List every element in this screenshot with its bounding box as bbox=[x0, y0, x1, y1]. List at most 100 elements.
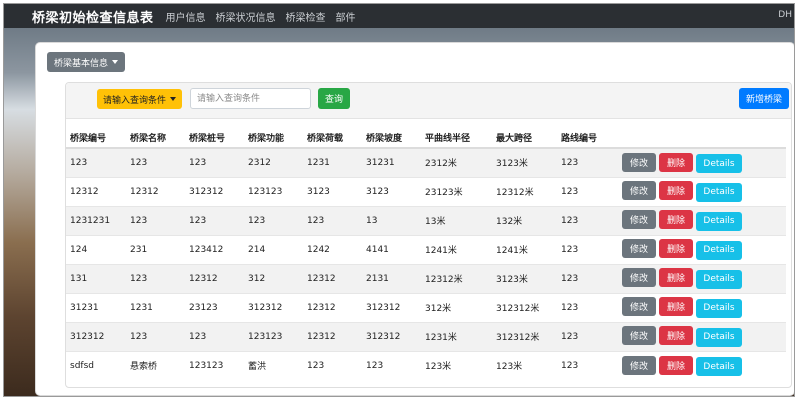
edit-button[interactable]: 修改 bbox=[622, 210, 656, 230]
cell-bridge-stake: 12312 bbox=[185, 263, 244, 293]
cell-bridge-slope: 3123 bbox=[362, 176, 421, 206]
cell-bridge-name: 1231 bbox=[126, 292, 185, 322]
cell-bridge-id: 312312 bbox=[66, 321, 126, 351]
cell-bridge-function: 123123 bbox=[244, 321, 303, 351]
cell-bridge-slope: 13 bbox=[362, 205, 421, 235]
query-button[interactable]: 查询 bbox=[318, 88, 351, 109]
details-button[interactable]: Details bbox=[696, 269, 742, 289]
cell-max-span: 1241米 bbox=[492, 234, 557, 264]
cell-route-id: 123 bbox=[557, 176, 616, 206]
edit-button[interactable]: 修改 bbox=[622, 326, 656, 346]
cell-max-span: 3123米 bbox=[492, 147, 557, 177]
chevron-down-icon bbox=[112, 60, 119, 64]
edit-button[interactable]: 修改 bbox=[622, 239, 656, 259]
cell-curve-radius: 312米 bbox=[421, 292, 492, 322]
row-actions: 修改 删除 Details bbox=[616, 205, 786, 235]
cell-curve-radius: 23123米 bbox=[421, 176, 492, 206]
cell-curve-radius: 2312米 bbox=[421, 147, 492, 177]
cell-route-id: 123 bbox=[557, 350, 616, 380]
cell-max-span: 12312米 bbox=[492, 176, 557, 206]
cell-max-span: 132米 bbox=[492, 205, 557, 235]
bridge-basic-info-label: 桥梁基本信息 bbox=[54, 58, 109, 69]
cell-bridge-slope: 2131 bbox=[362, 263, 421, 293]
delete-button[interactable]: 删除 bbox=[659, 210, 693, 230]
delete-button[interactable]: 删除 bbox=[659, 297, 693, 317]
cell-bridge-stake: 123 bbox=[185, 147, 244, 177]
details-button[interactable]: Details bbox=[696, 298, 742, 318]
cell-route-id: 123 bbox=[557, 321, 616, 351]
table-row: 123 123 123 2312 1231 31231 2312米 3123米 123 修改 删除 D… bbox=[66, 147, 786, 177]
bridge-table-card: 请输入查询条件 查询 新增桥梁 桥梁编号 桥梁名称 桥梁桩号 桥梁功能 桥梁荷载… bbox=[65, 82, 792, 388]
edit-button[interactable]: 修改 bbox=[622, 355, 656, 375]
edit-button[interactable]: 修改 bbox=[622, 181, 656, 201]
details-button[interactable]: Details bbox=[696, 182, 742, 202]
delete-button[interactable]: 删除 bbox=[659, 268, 693, 288]
cell-bridge-name: 悬索桥 bbox=[126, 350, 185, 380]
row-actions: 修改 删除 Details bbox=[616, 263, 786, 293]
delete-button[interactable]: 删除 bbox=[659, 326, 693, 346]
cell-curve-radius: 12312米 bbox=[421, 263, 492, 293]
details-button[interactable]: Details bbox=[696, 357, 742, 376]
cell-bridge-id: 124 bbox=[66, 234, 126, 264]
nav-link-components[interactable]: 部件 bbox=[336, 9, 356, 24]
cell-bridge-slope: 31231 bbox=[362, 147, 421, 177]
cell-bridge-load: 12312 bbox=[303, 292, 362, 322]
cell-max-span: 123米 bbox=[492, 350, 557, 380]
cell-bridge-stake: 312312 bbox=[185, 176, 244, 206]
delete-button[interactable]: 删除 bbox=[659, 181, 693, 201]
cell-bridge-slope: 123 bbox=[362, 350, 421, 380]
delete-button[interactable]: 删除 bbox=[659, 355, 693, 375]
edit-button[interactable]: 修改 bbox=[622, 297, 656, 317]
cell-bridge-name: 123 bbox=[126, 147, 185, 177]
header-max-span: 最大跨径 bbox=[492, 127, 557, 149]
bridge-basic-info-dropdown[interactable]: 桥梁基本信息 bbox=[47, 52, 126, 72]
delete-button[interactable]: 删除 bbox=[659, 239, 693, 259]
cell-bridge-slope: 312312 bbox=[362, 321, 421, 351]
app-window: 桥梁初始检查信息表 用户信息 桥梁状况信息 桥梁检查 部件 DH 桥梁基本信息 … bbox=[3, 3, 795, 397]
cell-bridge-id: 31231 bbox=[66, 292, 126, 322]
edit-button[interactable]: 修改 bbox=[622, 268, 656, 288]
table-row: 12312 12312 312312 123123 3123 3123 23123米 1231… bbox=[66, 176, 786, 206]
app-brand[interactable]: 桥梁初始检查信息表 bbox=[32, 7, 154, 26]
search-input[interactable] bbox=[190, 88, 311, 109]
cell-bridge-stake: 123 bbox=[185, 321, 244, 351]
cell-bridge-slope: 4141 bbox=[362, 234, 421, 264]
cell-bridge-load: 3123 bbox=[303, 176, 362, 206]
details-button[interactable]: Details bbox=[696, 327, 742, 347]
row-actions: 修改 删除 Details bbox=[616, 292, 786, 322]
cell-bridge-id: 123 bbox=[66, 147, 126, 177]
header-bridge-function: 桥梁功能 bbox=[244, 127, 303, 149]
cell-bridge-stake: 123412 bbox=[185, 234, 244, 264]
cell-bridge-function: 蓄洪 bbox=[244, 350, 303, 380]
details-button[interactable]: Details bbox=[696, 240, 742, 260]
search-toolbar: 请输入查询条件 查询 新增桥梁 bbox=[66, 83, 791, 119]
cell-route-id: 123 bbox=[557, 292, 616, 322]
cell-bridge-stake: 23123 bbox=[185, 292, 244, 322]
cell-bridge-id: 1231231 bbox=[66, 205, 126, 235]
bridge-table: 桥梁编号 桥梁名称 桥梁桩号 桥梁功能 桥梁荷载 桥梁坡度 平曲线半径 最大跨径… bbox=[66, 127, 786, 380]
cell-route-id: 123 bbox=[557, 234, 616, 264]
details-button[interactable]: Details bbox=[696, 211, 742, 231]
add-bridge-button[interactable]: 新增桥梁 bbox=[738, 88, 789, 109]
cell-max-span: 3123米 bbox=[492, 263, 557, 293]
query-condition-dropdown[interactable]: 请输入查询条件 bbox=[97, 89, 183, 109]
nav-link-user-info[interactable]: 用户信息 bbox=[166, 9, 206, 24]
edit-button[interactable]: 修改 bbox=[622, 152, 656, 172]
delete-button[interactable]: 删除 bbox=[659, 152, 693, 172]
cell-bridge-load: 1242 bbox=[303, 234, 362, 264]
cell-bridge-load: 1231 bbox=[303, 147, 362, 177]
nav-link-bridge-inspection[interactable]: 桥梁检查 bbox=[286, 9, 326, 24]
header-curve-radius: 平曲线半径 bbox=[421, 127, 492, 149]
cell-route-id: 123 bbox=[557, 147, 616, 177]
details-button[interactable]: Details bbox=[696, 154, 742, 173]
header-bridge-id: 桥梁编号 bbox=[66, 127, 126, 149]
top-navbar: 桥梁初始检查信息表 用户信息 桥梁状况信息 桥梁检查 部件 DH bbox=[4, 4, 794, 28]
cell-bridge-name: 231 bbox=[126, 234, 185, 264]
row-actions: 修改 删除 Details bbox=[616, 176, 786, 206]
cell-bridge-id: sdfsd bbox=[66, 350, 126, 380]
cell-bridge-name: 12312 bbox=[126, 176, 185, 206]
nav-link-bridge-status[interactable]: 桥梁状况信息 bbox=[216, 9, 276, 24]
row-actions: 修改 删除 Details bbox=[616, 234, 786, 264]
nav-right-user[interactable]: DH bbox=[778, 10, 792, 20]
table-row: 131 123 12312 312 12312 2131 12312米 3123米 123 修改删… bbox=[66, 263, 786, 293]
